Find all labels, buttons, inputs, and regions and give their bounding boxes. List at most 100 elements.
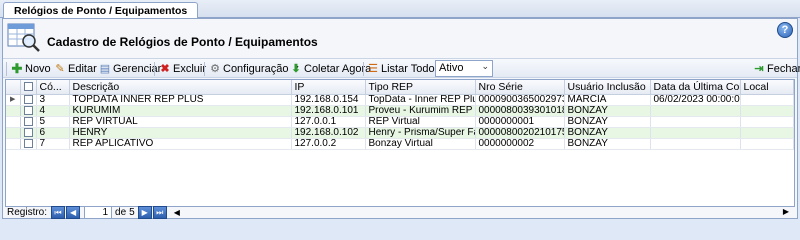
row-indicator: [6, 138, 21, 151]
cell-local: [740, 127, 794, 140]
row-checkbox[interactable]: [20, 116, 37, 128]
cell-nro-serie: 00000800202101753: [475, 127, 565, 140]
toolbar-separator: [204, 62, 205, 76]
row-checkbox[interactable]: [20, 94, 37, 106]
navigator-bar: Registro: ⏮ ◀ 1 de 5 ▶ ⏭ ◀: [7, 206, 180, 219]
table-header-row: Có... Descrição IP Tipo REP Nro Série Us…: [6, 80, 794, 95]
cell-usuario: BONZAY: [564, 116, 651, 128]
cell-usuario: MARCIA: [564, 94, 651, 106]
listar-todos-button[interactable]: ☰ Listar Todos: [367, 61, 440, 77]
cell-ip: 192.168.0.101: [291, 105, 366, 117]
cell-tipo-rep: Proveu - Kurumim REP I: [365, 105, 476, 117]
cell-data-coleta: [650, 105, 741, 117]
last-record-icon[interactable]: ⏭: [152, 206, 167, 219]
status-filter-select[interactable]: Ativo ⌄: [435, 60, 493, 77]
cell-usuario: BONZAY: [564, 127, 651, 140]
row-checkbox[interactable]: [20, 105, 37, 117]
cell-data-coleta: [650, 127, 741, 140]
configuracao-label: Configuração: [223, 63, 289, 75]
cell-nro-serie: 0000000002: [475, 138, 565, 151]
column-header-usuario[interactable]: Usuário Inclusão: [564, 80, 651, 95]
gerenciar-button[interactable]: ▤ Gerenciar: [99, 61, 162, 77]
column-header-nro-serie[interactable]: Nro Série: [475, 80, 565, 95]
next-record-icon[interactable]: ▶: [137, 206, 152, 219]
scroll-right-icon[interactable]: ▶: [783, 207, 789, 216]
delete-icon: ✖: [160, 63, 170, 75]
row-indicator-header: [6, 80, 21, 95]
cell-nro-serie: 00000800393010185: [475, 105, 565, 117]
column-header-local[interactable]: Local: [740, 80, 794, 95]
first-record-icon[interactable]: ⏮: [51, 206, 66, 219]
cell-codigo: 6: [36, 127, 70, 140]
previous-record-icon[interactable]: ◀: [66, 206, 81, 219]
novo-button[interactable]: ✚ Novo: [11, 61, 51, 77]
current-row-indicator-icon: ▶: [6, 94, 21, 106]
table-row[interactable]: 5 REP VIRTUAL 127.0.0.1 REP Virtual 0000…: [6, 116, 794, 128]
cell-usuario: BONZAY: [564, 105, 651, 117]
cell-codigo: 7: [36, 138, 70, 151]
cell-descricao: REP APLICATIVO: [69, 138, 292, 151]
scroll-left-icon[interactable]: ◀: [174, 208, 180, 217]
toolbar-separator: [363, 62, 364, 76]
cell-tipo-rep: TopData - Inner REP Plus: [365, 94, 476, 106]
select-all-checkbox[interactable]: [20, 80, 37, 95]
cell-nro-serie: 0000000001: [475, 116, 565, 128]
cell-local: [740, 138, 794, 151]
table-row[interactable]: 7 REP APLICATIVO 127.0.0.2 Bonzay Virtua…: [6, 138, 794, 151]
row-indicator: [6, 116, 21, 128]
column-header-codigo[interactable]: Có...: [36, 80, 70, 95]
cell-descricao: REP VIRTUAL: [69, 116, 292, 128]
cell-ip: 127.0.0.1: [291, 116, 366, 128]
cell-nro-serie: 00009003650029737: [475, 94, 565, 106]
list-icon: ☰: [368, 63, 378, 75]
current-record-input[interactable]: 1: [84, 206, 113, 219]
registro-label: Registro:: [7, 207, 48, 218]
status-filter-value: Ativo: [439, 62, 464, 74]
column-header-data-coleta[interactable]: Data da Última Coleta: [650, 80, 741, 95]
plus-icon: ✚: [11, 61, 23, 76]
cell-tipo-rep: Henry - Prisma/Super Fáci...: [365, 127, 476, 140]
row-checkbox[interactable]: [20, 138, 37, 151]
record-navigator: Registro: ⏮ ◀ 1 de 5 ▶ ⏭ ◀ ▶: [3, 206, 797, 219]
cell-data-coleta: 06/02/2023 00:00:00: [650, 94, 741, 106]
cell-data-coleta: [650, 138, 741, 151]
cell-data-coleta: [650, 116, 741, 128]
editar-button[interactable]: ✎ Editar: [54, 61, 96, 77]
cell-usuario: BONZAY: [564, 138, 651, 151]
column-header-tipo-rep[interactable]: Tipo REP: [365, 80, 476, 95]
exit-icon: ⇥: [754, 63, 764, 75]
fechar-button[interactable]: ⇥ Fechar: [753, 61, 800, 77]
table-row[interactable]: 4 KURUMIM 192.168.0.101 Proveu - Kurumim…: [6, 105, 794, 117]
cell-ip: 127.0.0.2: [291, 138, 366, 151]
novo-label: Novo: [25, 63, 51, 75]
cell-local: [740, 105, 794, 117]
row-indicator: [6, 105, 21, 117]
coletar-button[interactable]: ⬇ Coletar Agora: [290, 61, 371, 77]
equipment-grid: Có... Descrição IP Tipo REP Nro Série Us…: [5, 79, 795, 207]
cell-descricao: TOPDATA INNER REP PLUS: [69, 94, 292, 106]
row-checkbox[interactable]: [20, 127, 37, 140]
configuracao-dropdown[interactable]: ⚙ Configuração ▼: [209, 61, 302, 77]
column-header-ip[interactable]: IP: [291, 80, 366, 95]
chevron-down-icon: ⌄: [481, 61, 489, 71]
cell-local: [740, 94, 794, 106]
equipment-table: Có... Descrição IP Tipo REP Nro Série Us…: [6, 80, 794, 151]
cell-codigo: 4: [36, 105, 70, 117]
page-title: Cadastro de Relógios de Ponto / Equipame…: [47, 35, 318, 49]
cell-ip: 192.168.0.102: [291, 127, 366, 140]
cell-tipo-rep: Bonzay Virtual: [365, 138, 476, 151]
de-label: de: [115, 207, 127, 218]
table-row[interactable]: ▶ 3 TOPDATA INNER REP PLUS 192.168.0.154…: [6, 94, 794, 106]
excluir-button[interactable]: ✖ Excluir: [159, 61, 206, 77]
column-header-descricao[interactable]: Descrição: [69, 80, 292, 95]
toolbar: ✚ Novo ✎ Editar ▤ Gerenciar ✖ Excluir ⚙ …: [3, 58, 800, 78]
fechar-label: Fechar: [767, 63, 800, 75]
help-button[interactable]: ?: [777, 22, 793, 38]
excluir-label: Excluir: [173, 63, 207, 75]
toolbar-grip: [6, 62, 7, 76]
table-search-icon: [7, 23, 40, 52]
cell-tipo-rep: REP Virtual: [365, 116, 476, 128]
table-row[interactable]: 6 HENRY 192.168.0.102 Henry - Prisma/Sup…: [6, 127, 794, 140]
tab-relogios[interactable]: Relógios de Ponto / Equipamentos: [3, 2, 199, 18]
document-icon: ▤: [99, 63, 111, 75]
